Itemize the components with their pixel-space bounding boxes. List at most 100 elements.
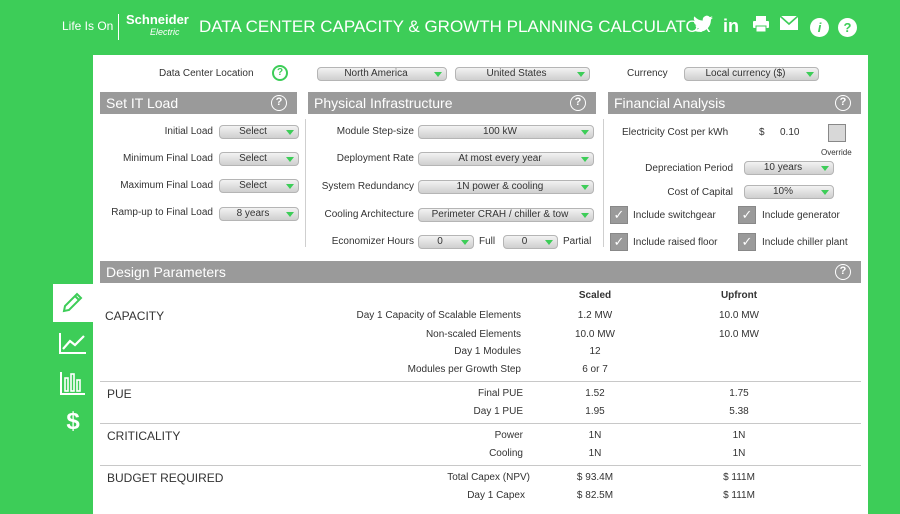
capacity-scaled-value: 6 or 7 — [582, 364, 608, 375]
design-title: Design Parameters — [106, 264, 226, 280]
budget-row-label: Day 1 Capex — [467, 490, 525, 501]
capital-cost-label: Cost of Capital — [667, 187, 733, 198]
pencil-icon[interactable] — [58, 290, 88, 318]
column-divider — [305, 119, 306, 247]
financial-title: Financial Analysis — [614, 95, 726, 111]
criticality-scaled-value: 1N — [588, 448, 602, 459]
region-select[interactable]: North America — [317, 67, 447, 81]
brand-divider — [118, 14, 119, 40]
design-help-icon[interactable]: ? — [835, 264, 851, 280]
physical-help-icon[interactable]: ? — [570, 95, 586, 111]
budget-scaled-value: $ 82.5M — [576, 490, 614, 501]
it-load-title: Set IT Load — [106, 95, 179, 111]
capacity-row-label: Non-scaled Elements — [425, 329, 521, 340]
budget-scaled-value: $ 93.4M — [576, 472, 614, 483]
criticality-row-label: Cooling — [489, 448, 523, 459]
electricity-currency: $ — [759, 127, 765, 138]
life-is-on-logo: Life Is On — [62, 19, 114, 33]
budget-upfront-value: $ 111M — [723, 472, 755, 483]
chiller-plant-label: Include chiller plant — [762, 237, 848, 248]
initial-load-label: Initial Load — [164, 126, 213, 137]
initial-load-select[interactable]: Select — [219, 125, 299, 139]
deployment-rate-select[interactable]: At most every year — [418, 152, 594, 166]
twitter-icon[interactable] — [692, 15, 714, 37]
location-help-icon[interactable]: ? — [272, 65, 288, 81]
it-load-help-icon[interactable]: ? — [271, 95, 287, 111]
generator-label: Include generator — [762, 210, 840, 221]
capacity-upfront-value: 10.0 MW — [718, 329, 759, 340]
capacity-section-title: CAPACITY — [105, 309, 165, 323]
depreciation-select[interactable]: 10 years — [744, 161, 834, 175]
currency-label: Currency — [627, 68, 668, 79]
pue-section-title: PUE — [107, 387, 132, 401]
economizer-partial-select[interactable]: 0 — [503, 235, 558, 249]
capacity-upfront-value: 10.0 MW — [718, 310, 759, 321]
capacity-row-label: Day 1 Capacity of Scalable Elements — [356, 310, 521, 321]
min-final-load-select[interactable]: Select — [219, 152, 299, 166]
criticality-section-title: CRITICALITY — [107, 429, 181, 443]
max-final-load-select[interactable]: Select — [219, 179, 299, 193]
financial-help-icon[interactable]: ? — [835, 95, 851, 111]
max-final-load-label: Maximum Final Load — [120, 180, 213, 191]
switchgear-checkbox[interactable]: ✓ — [610, 206, 628, 224]
criticality-scaled-value: 1N — [588, 430, 602, 441]
capacity-scaled-value: 12 — [589, 346, 601, 357]
economizer-full-select[interactable]: 0 — [418, 235, 474, 249]
system-redundancy-label: System Redundancy — [321, 181, 414, 192]
financial-header: Financial Analysis ? — [608, 92, 861, 114]
column-divider — [603, 119, 604, 247]
currency-select[interactable]: Local currency ($) — [684, 67, 819, 81]
schneider-logo-sub: Electric — [150, 27, 180, 37]
bar-chart-icon[interactable] — [58, 370, 88, 398]
scaled-column-header: Scaled — [578, 290, 612, 301]
budget-section-title: BUDGET REQUIRED — [107, 471, 224, 485]
physical-title: Physical Infrastructure — [314, 95, 453, 111]
raised-floor-label: Include raised floor — [633, 237, 718, 248]
dollar-icon[interactable]: $ — [58, 408, 88, 436]
email-icon[interactable] — [778, 15, 800, 37]
it-load-header: Set IT Load ? — [100, 92, 297, 114]
criticality-upfront-value: 1N — [732, 448, 746, 459]
min-final-load-label: Minimum Final Load — [122, 153, 213, 164]
ramp-up-select[interactable]: 8 years — [219, 207, 299, 221]
pue-row-label: Day 1 PUE — [473, 406, 523, 417]
capacity-scaled-value: 10.0 MW — [574, 329, 615, 340]
module-step-select[interactable]: 100 kW — [418, 125, 594, 139]
full-label: Full — [479, 236, 496, 247]
help-icon[interactable]: ? — [838, 18, 857, 37]
override-checkbox[interactable] — [828, 124, 846, 142]
design-header: Design Parameters ? — [100, 261, 861, 283]
cooling-arch-label: Cooling Architecture — [324, 209, 415, 220]
capacity-row-label: Modules per Growth Step — [407, 364, 521, 375]
override-label: Override — [821, 148, 852, 157]
upfront-column-header: Upfront — [720, 290, 758, 301]
budget-row-label: Total Capex (NPV) — [447, 472, 530, 483]
chiller-plant-checkbox[interactable]: ✓ — [738, 233, 756, 251]
pue-upfront-value: 5.38 — [729, 406, 749, 417]
print-icon[interactable] — [750, 15, 772, 37]
partial-label: Partial — [563, 236, 592, 247]
row-divider — [100, 465, 861, 466]
capacity-row-label: Day 1 Modules — [454, 346, 521, 357]
module-step-label: Module Step-size — [336, 126, 414, 137]
cooling-arch-select[interactable]: Perimeter CRAH / chiller & tow — [418, 208, 594, 222]
criticality-upfront-value: 1N — [732, 430, 746, 441]
linkedin-icon[interactable]: in — [720, 15, 742, 37]
location-label: Data Center Location — [159, 68, 254, 79]
capital-cost-select[interactable]: 10% — [744, 185, 834, 199]
schneider-logo: Schneider — [126, 12, 189, 27]
trend-chart-icon[interactable] — [58, 331, 88, 359]
deployment-rate-label: Deployment Rate — [336, 153, 414, 164]
depreciation-label: Depreciation Period — [645, 163, 733, 174]
criticality-row-label: Power — [494, 430, 523, 441]
country-select[interactable]: United States — [455, 67, 590, 81]
generator-checkbox[interactable]: ✓ — [738, 206, 756, 224]
raised-floor-checkbox[interactable]: ✓ — [610, 233, 628, 251]
switchgear-label: Include switchgear — [633, 210, 716, 221]
info-icon[interactable]: i — [810, 18, 829, 37]
system-redundancy-select[interactable]: 1N power & cooling — [418, 180, 594, 194]
main-panel: Data Center Location ? North America Uni… — [93, 55, 868, 514]
electricity-cost-value[interactable]: 0.10 — [780, 127, 799, 138]
pue-scaled-value: 1.95 — [585, 406, 605, 417]
pue-scaled-value: 1.52 — [585, 388, 605, 399]
